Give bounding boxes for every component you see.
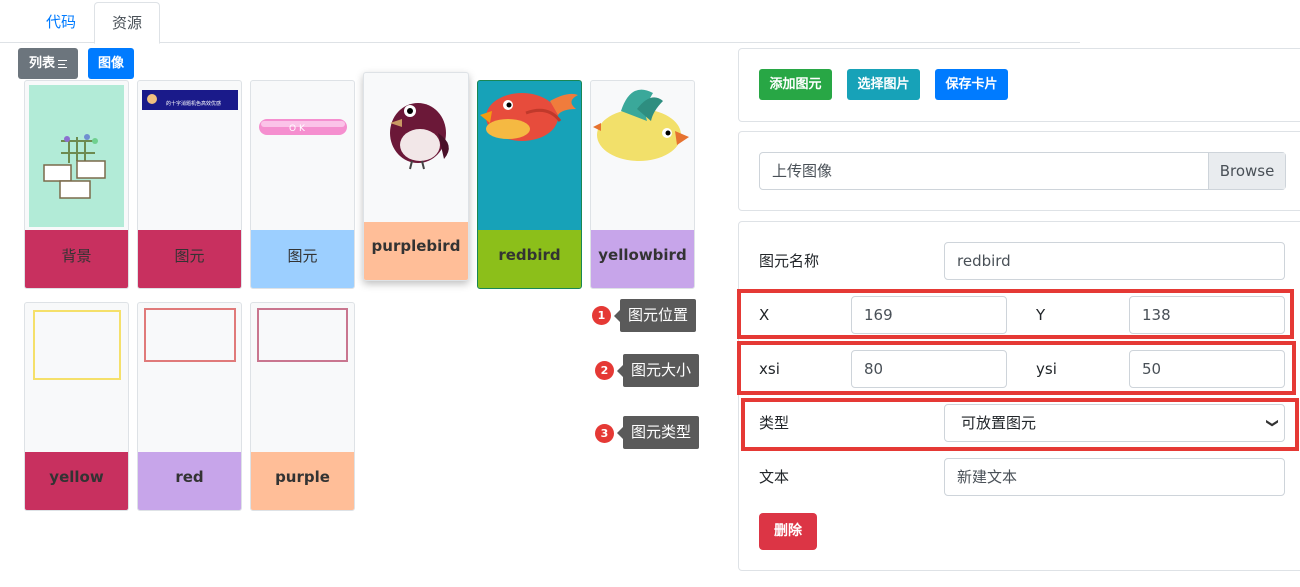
type-select[interactable]: 可放置图元 ❯ xyxy=(944,404,1285,442)
select-image-button[interactable]: 选择图片 xyxy=(847,69,920,100)
delete-button[interactable]: 删除 xyxy=(759,513,817,550)
ysi-input[interactable]: 50 xyxy=(1129,350,1285,388)
asset-card[interactable]: 背景 xyxy=(24,80,129,289)
text-input[interactable]: 新建文本 xyxy=(944,458,1285,496)
x-label: X xyxy=(759,306,770,324)
asset-card[interactable]: yellowbird xyxy=(590,80,695,289)
upload-label: 上传图像 xyxy=(772,162,833,180)
asset-label: red xyxy=(138,452,241,510)
asset-label: purplebird xyxy=(364,222,468,280)
name-input[interactable]: redbird xyxy=(944,242,1285,280)
asset-thumbnail xyxy=(251,303,354,453)
browse-button[interactable]: Browse xyxy=(1208,153,1285,189)
image-view-button[interactable]: 图像 xyxy=(88,48,134,79)
asset-card[interactable]: purplebird xyxy=(363,72,469,281)
save-card-button[interactable]: 保存卡片 xyxy=(935,69,1008,100)
asset-thumbnail xyxy=(591,81,694,231)
annotation-tooltip: 图元类型 xyxy=(616,416,700,449)
annotation-number: 3 xyxy=(595,424,614,443)
type-select-value: 可放置图元 xyxy=(961,414,1037,432)
asset-card[interactable]: O K 图元 xyxy=(250,80,355,289)
asset-thumbnail xyxy=(138,303,241,453)
tab-bar: 代码 资源 xyxy=(0,0,1080,44)
chevron-down-icon: ❯ xyxy=(1265,417,1280,429)
asset-thumbnail xyxy=(364,73,468,224)
asset-label: redbird xyxy=(478,230,581,288)
asset-label: yellow xyxy=(25,452,128,510)
asset-thumbnail: O K xyxy=(251,81,354,231)
asset-thumbnail xyxy=(478,81,581,231)
asset-thumbnail xyxy=(25,303,128,453)
list-icon xyxy=(58,60,67,68)
annotation-number: 2 xyxy=(595,361,614,380)
y-input[interactable]: 138 xyxy=(1129,296,1285,334)
asset-thumbnail-text: 的十字消题机色高效优感 xyxy=(166,100,221,107)
list-view-label: 列表 xyxy=(28,56,55,71)
annotation-tooltip: 图元位置 xyxy=(613,299,697,332)
asset-card[interactable]: red xyxy=(137,302,242,511)
xsi-label: xsi xyxy=(759,360,780,378)
type-label: 类型 xyxy=(759,414,790,432)
y-label: Y xyxy=(1036,306,1046,324)
ysi-label: ysi xyxy=(1036,360,1057,378)
asset-thumbnail xyxy=(25,81,128,231)
tab-assets[interactable]: 资源 xyxy=(94,2,160,44)
asset-card[interactable]: yellow xyxy=(24,302,129,511)
asset-card[interactable]: 的十字消题机色高效优感 图元 xyxy=(137,80,242,289)
asset-card[interactable]: redbird xyxy=(477,80,582,289)
add-element-button[interactable]: 添加图元 xyxy=(759,69,832,100)
upload-field[interactable]: 上传图像 Browse xyxy=(759,152,1286,190)
name-label: 图元名称 xyxy=(759,252,820,270)
list-view-button[interactable]: 列表 xyxy=(18,48,78,79)
asset-label: yellowbird xyxy=(591,230,694,288)
asset-thumbnail-text: O K xyxy=(289,124,306,134)
asset-card[interactable]: purple xyxy=(250,302,355,511)
text-label: 文本 xyxy=(759,468,790,486)
tab-code[interactable]: 代码 xyxy=(28,2,94,43)
asset-label: 图元 xyxy=(138,230,241,288)
asset-label: 背景 xyxy=(25,230,128,288)
x-input[interactable]: 169 xyxy=(851,296,1007,334)
xsi-input[interactable]: 80 xyxy=(851,350,1007,388)
asset-label: purple xyxy=(251,452,354,510)
annotation-number: 1 xyxy=(592,306,611,325)
asset-thumbnail: 的十字消题机色高效优感 xyxy=(138,81,241,231)
asset-label: 图元 xyxy=(251,230,354,288)
annotation-tooltip: 图元大小 xyxy=(616,354,700,387)
